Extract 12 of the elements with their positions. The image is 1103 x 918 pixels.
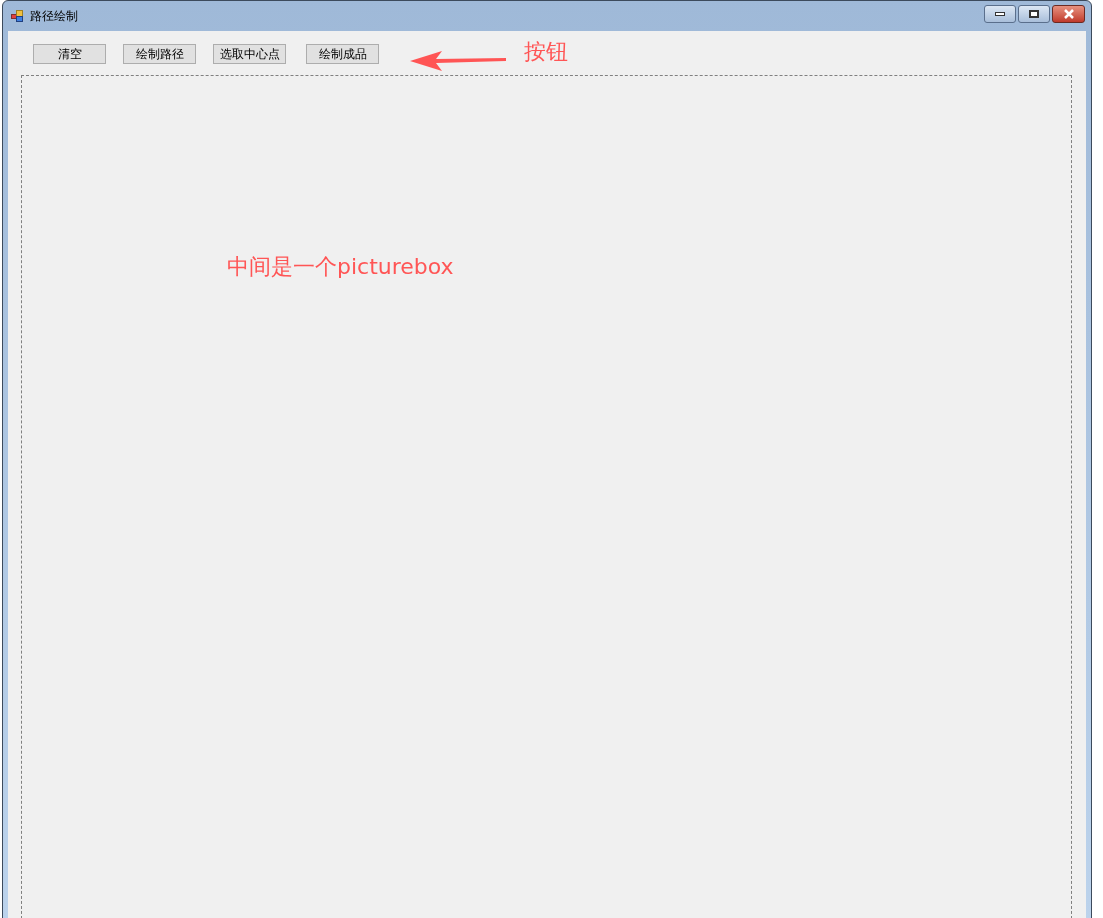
annotation-label: 中间是一个picturebox (227, 253, 454, 281)
app-icon (11, 10, 25, 22)
maximize-button[interactable] (1018, 5, 1050, 23)
toolbar-button[interactable]: 绘制路径 (123, 44, 196, 64)
annotation-label: 按钮 (524, 38, 568, 66)
toolbar-button[interactable]: 选取中心点 (213, 44, 286, 64)
close-icon (1062, 9, 1075, 19)
window-title: 路径绘制 (30, 8, 78, 25)
toolbar-button[interactable]: 清空 (33, 44, 106, 64)
close-button[interactable] (1052, 5, 1085, 23)
toolbar-button[interactable]: 绘制成品 (306, 44, 379, 64)
minimize-button[interactable] (984, 5, 1016, 23)
